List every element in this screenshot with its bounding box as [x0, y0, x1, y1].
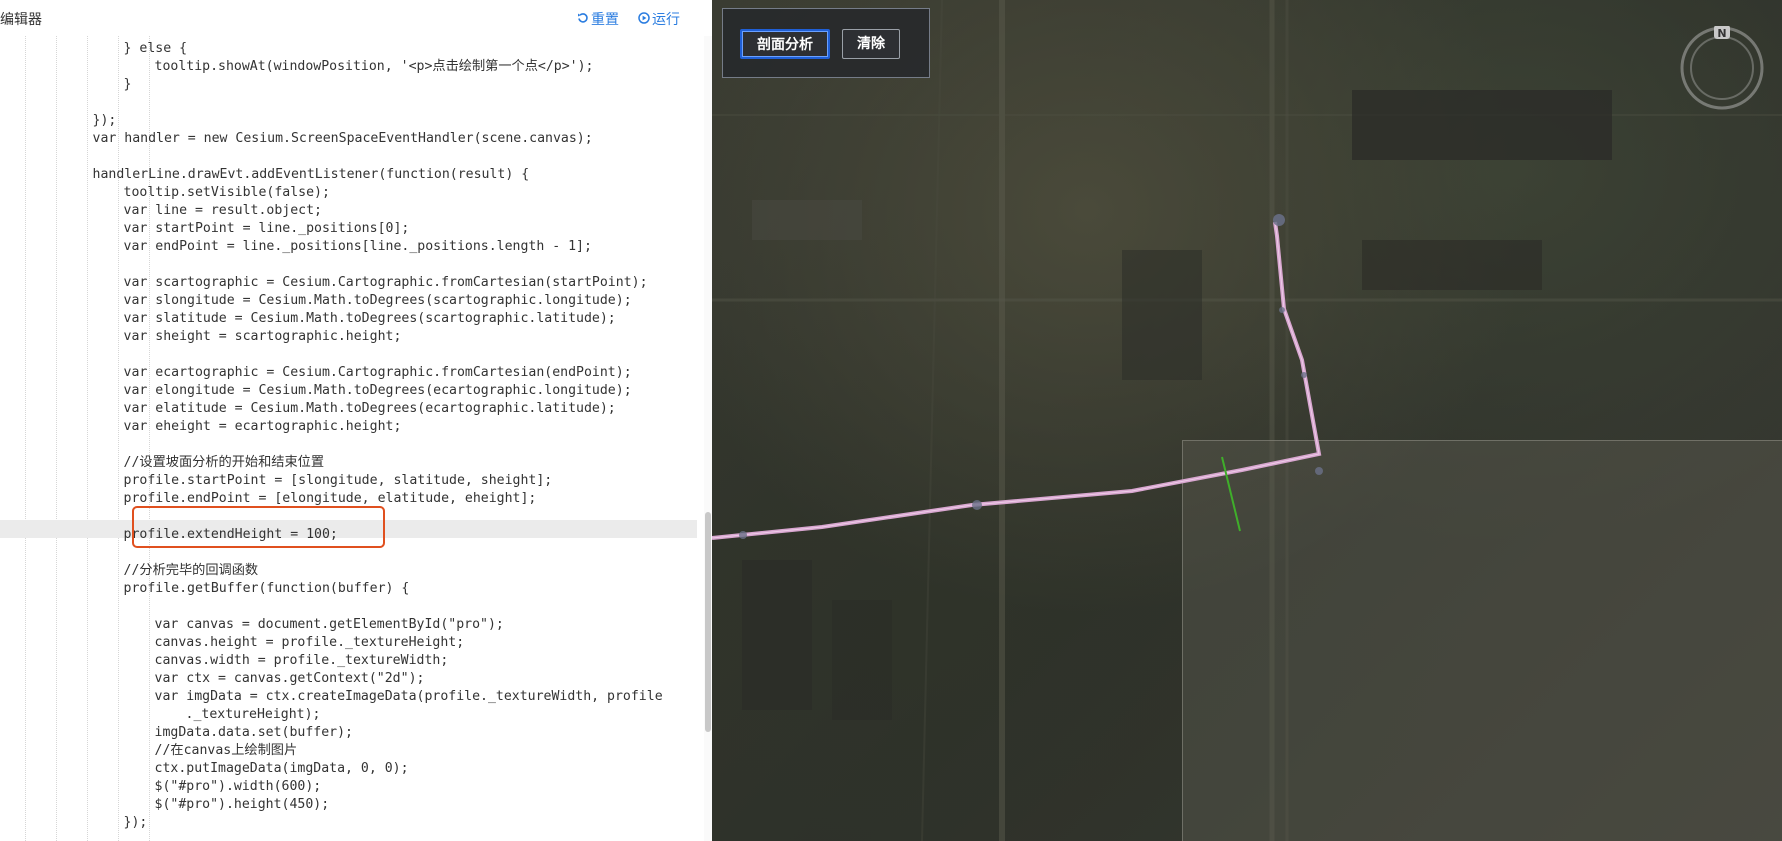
map-viewer[interactable]: 剖面分析 清除 N: [712, 0, 1782, 841]
code-line: tooltip.setVisible(false);: [123, 185, 330, 200]
code-line: var canvas = document.getElementById("pr…: [154, 617, 504, 632]
code-line: var slongitude = Cesium.Math.toDegrees(s…: [123, 293, 632, 308]
code-editor-panel: 编辑器 重置 运行 } else { tooltip.showAt(windowP…: [0, 0, 712, 841]
code-line: var ecartographic = Cesium.Cartographic.…: [123, 365, 632, 380]
profile-line: [712, 221, 1322, 540]
code-line: canvas.width = profile._textureWidth;: [154, 653, 449, 668]
profile-path-overlay: [712, 214, 1323, 540]
code-line: var elatitude = Cesium.Math.toDegrees(ec…: [123, 401, 616, 416]
editor-title: 编辑器: [0, 12, 42, 28]
compass-icon[interactable]: N: [1680, 26, 1764, 110]
code-line: var eheight = ecartographic.height;: [123, 419, 402, 434]
code-line: var handler = new Cesium.ScreenSpaceEven…: [92, 131, 593, 146]
reset-icon: [577, 12, 591, 28]
code-line: profile.startPoint = [slongitude, slatit…: [123, 473, 553, 488]
analysis-toolbar: 剖面分析 清除: [722, 8, 930, 78]
path-vertex: [1279, 307, 1285, 313]
code-line: });: [92, 113, 117, 128]
reset-label: 重置: [591, 12, 619, 28]
code-line: var line = result.object;: [123, 203, 323, 218]
code-line: $("#pro").width(600);: [154, 779, 322, 794]
editor-scrollbar-thumb[interactable]: [705, 512, 711, 732]
code-line: var ctx = canvas.getContext("2d");: [154, 671, 425, 686]
code-line: handlerLine.drawEvt.addEventListener(fun…: [92, 167, 530, 182]
play-icon: [638, 12, 652, 28]
editor-header: 编辑器 重置 运行: [0, 0, 712, 36]
code-line: //在canvas上绘制图片: [154, 743, 298, 758]
code-line: ctx.putImageData(imgData, 0, 0);: [154, 761, 409, 776]
code-line: } else {: [123, 41, 188, 56]
path-vertex: [1315, 467, 1323, 475]
run-button[interactable]: 运行: [638, 9, 680, 29]
compass-north-label: N: [1717, 27, 1726, 40]
reset-button[interactable]: 重置: [577, 9, 619, 29]
code-line: var elongitude = Cesium.Math.toDegrees(e…: [123, 383, 632, 398]
run-label: 运行: [652, 12, 680, 28]
code-line: var sheight = scartographic.height;: [123, 329, 402, 344]
code-line: var startPoint = line._positions[0];: [123, 221, 410, 236]
code-line: var slatitude = Cesium.Math.toDegrees(sc…: [123, 311, 616, 326]
profile-analysis-button[interactable]: 剖面分析: [740, 29, 830, 59]
code-line: tooltip.showAt(windowPosition, '<p>点击绘制第…: [154, 59, 594, 74]
path-vertex: [739, 531, 747, 539]
profile-marker-line: [1221, 456, 1241, 532]
path-vertex: [1273, 214, 1285, 226]
code-line: canvas.height = profile._textureHeight;: [154, 635, 465, 650]
code-line: //分析完毕的回调函数: [123, 563, 259, 578]
annotation-highlight-box: [132, 506, 385, 548]
path-vertex: [1301, 372, 1307, 378]
code-line: var imgData = ctx.createImageData(profil…: [154, 689, 663, 704]
code-line: });: [123, 815, 148, 830]
code-line: profile.getBuffer(function(buffer) {: [123, 581, 410, 596]
code-line: }: [123, 77, 132, 92]
code-line: ._textureHeight);: [185, 707, 321, 722]
code-line: var scartographic = Cesium.Cartographic.…: [123, 275, 648, 290]
code-area[interactable]: } else { tooltip.showAt(windowPosition, '…: [0, 36, 712, 841]
code-line: //设置坡面分析的开始和结束位置: [123, 455, 325, 470]
code-line: $("#pro").height(450);: [154, 797, 330, 812]
path-vertex: [972, 500, 982, 510]
code-line: var endPoint = line._positions[line._pos…: [123, 239, 592, 254]
clear-button[interactable]: 清除: [842, 29, 900, 59]
code-line: imgData.data.set(buffer);: [154, 725, 354, 740]
